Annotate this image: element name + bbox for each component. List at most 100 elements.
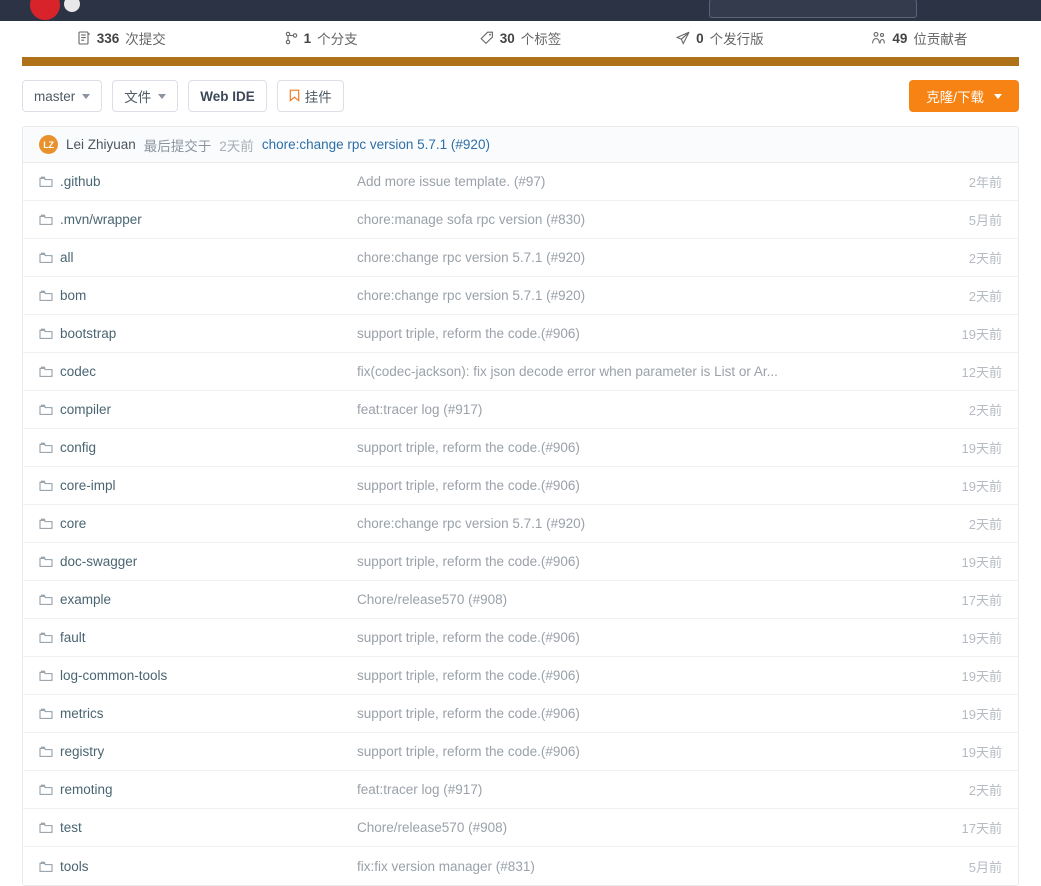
commit-message-cell[interactable]: support triple, reform the code.(#906) <box>357 478 916 493</box>
folder-icon <box>39 175 53 188</box>
file-name-link[interactable]: metrics <box>60 706 104 721</box>
commit-message-cell[interactable]: support triple, reform the code.(#906) <box>357 706 916 721</box>
widget-button[interactable]: 挂件 <box>276 80 344 112</box>
file-list: .github Add more issue template. (#97) 2… <box>23 163 1018 885</box>
file-name-link[interactable]: core-impl <box>60 478 116 493</box>
commit-message-cell[interactable]: chore:manage sofa rpc version (#830) <box>357 212 916 227</box>
file-name-cell: test <box>39 820 357 835</box>
commit-message-cell[interactable]: support triple, reform the code.(#906) <box>357 440 916 455</box>
file-name-cell: config <box>39 440 357 455</box>
file-name-link[interactable]: bom <box>60 288 86 303</box>
file-name-link[interactable]: .github <box>60 174 101 189</box>
commit-message-cell[interactable]: Chore/release570 (#908) <box>357 820 916 835</box>
stat-releases-label: 个发行版 <box>709 32 764 47</box>
commit-message-cell[interactable]: Add more issue template. (#97) <box>357 174 916 189</box>
file-name-link[interactable]: .mvn/wrapper <box>60 212 142 227</box>
commit-message-cell[interactable]: chore:change rpc version 5.7.1 (#920) <box>357 288 916 303</box>
commit-message-cell[interactable]: support triple, reform the code.(#906) <box>357 744 916 759</box>
file-name-link[interactable]: fault <box>60 630 86 645</box>
file-name-cell: log-common-tools <box>39 668 357 683</box>
commit-message-cell[interactable]: feat:tracer log (#917) <box>357 782 916 797</box>
last-modified-cell: 2天前 <box>968 783 1002 798</box>
file-name-link[interactable]: tools <box>60 859 89 874</box>
file-name-link[interactable]: core <box>60 516 86 531</box>
commit-message-cell[interactable]: support triple, reform the code.(#906) <box>357 630 916 645</box>
table-row[interactable]: .mvn/wrapper chore:manage sofa rpc versi… <box>23 201 1018 239</box>
folder-icon <box>39 593 53 606</box>
table-row[interactable]: core chore:change rpc version 5.7.1 (#92… <box>23 505 1018 543</box>
table-row[interactable]: doc-swagger support triple, reform the c… <box>23 543 1018 581</box>
language-composition-bar <box>22 57 1019 66</box>
branch-selector-button[interactable]: master <box>22 80 103 112</box>
last-modified-cell: 17天前 <box>961 821 1002 836</box>
table-row[interactable]: codec fix(codec-jackson): fix json decod… <box>23 353 1018 391</box>
commit-message-cell[interactable]: fix(codec-jackson): fix json decode erro… <box>357 364 916 379</box>
table-row[interactable]: registry support triple, reform the code… <box>23 733 1018 771</box>
table-row[interactable]: log-common-tools support triple, reform … <box>23 657 1018 695</box>
top-navbar <box>0 0 1041 21</box>
clone-download-button[interactable]: 克隆/下载 <box>909 80 1019 112</box>
avatar[interactable]: LZ <box>39 135 58 154</box>
web-ide-button[interactable]: Web IDE <box>188 80 267 112</box>
table-row[interactable]: compiler feat:tracer log (#917) 2天前 <box>23 391 1018 429</box>
table-row[interactable]: config support triple, reform the code.(… <box>23 429 1018 467</box>
stat-branches[interactable]: 1 个分支 <box>221 28 420 48</box>
last-modified-cell: 19天前 <box>961 631 1002 646</box>
last-modified-cell: 5月前 <box>968 213 1002 228</box>
commit-message-link[interactable]: chore:change rpc version 5.7.1 (#920) <box>262 137 490 152</box>
commit-message-cell[interactable]: chore:change rpc version 5.7.1 (#920) <box>357 516 916 531</box>
repo-stats-bar: 336 次提交 1 个分支 30 个标签 0 个发行版 49 位贡献者 <box>22 21 1019 52</box>
commit-author-link[interactable]: Lei Zhiyuan <box>66 137 136 152</box>
file-name-link[interactable]: log-common-tools <box>60 668 167 683</box>
language-segment <box>22 57 1019 66</box>
table-row[interactable]: remoting feat:tracer log (#917) 2天前 <box>23 771 1018 809</box>
file-name-link[interactable]: remoting <box>60 782 113 797</box>
table-row[interactable]: all chore:change rpc version 5.7.1 (#920… <box>23 239 1018 277</box>
table-row[interactable]: bom chore:change rpc version 5.7.1 (#920… <box>23 277 1018 315</box>
file-name-cell: tools <box>39 859 357 874</box>
file-name-link[interactable]: doc-swagger <box>60 554 137 569</box>
table-row[interactable]: bootstrap support triple, reform the cod… <box>23 315 1018 353</box>
stat-branches-label: 个分支 <box>317 32 358 47</box>
last-modified-cell: 5月前 <box>968 859 1002 875</box>
table-row[interactable]: example Chore/release570 (#908) 17天前 <box>23 581 1018 619</box>
stat-releases[interactable]: 0 个发行版 <box>620 28 819 48</box>
file-name-cell: registry <box>39 744 357 759</box>
commit-message-cell[interactable]: chore:change rpc version 5.7.1 (#920) <box>357 250 916 265</box>
folder-icon <box>39 289 53 302</box>
file-name-link[interactable]: example <box>60 592 111 607</box>
table-row[interactable]: test Chore/release570 (#908) 17天前 <box>23 809 1018 847</box>
commit-message-cell[interactable]: support triple, reform the code.(#906) <box>357 554 916 569</box>
file-name-link[interactable]: config <box>60 440 96 455</box>
file-name-cell: all <box>39 250 357 265</box>
folder-icon <box>39 555 53 568</box>
stat-contributors[interactable]: 49 位贡献者 <box>820 28 1019 48</box>
commit-message-cell[interactable]: Chore/release570 (#908) <box>357 592 916 607</box>
stat-tags[interactable]: 30 个标签 <box>421 28 620 48</box>
table-row[interactable]: metrics support triple, reform the code.… <box>23 695 1018 733</box>
commit-message-cell[interactable]: support triple, reform the code.(#906) <box>357 326 916 341</box>
file-name-link[interactable]: compiler <box>60 402 111 417</box>
commit-message-cell[interactable]: support triple, reform the code.(#906) <box>357 668 916 683</box>
table-row[interactable]: .github Add more issue template. (#97) 2… <box>23 163 1018 201</box>
files-menu-button[interactable]: 文件 <box>112 80 179 112</box>
table-row[interactable]: tools fix:fix version manager (#831) 5月前 <box>23 847 1018 885</box>
gitee-logo-icon[interactable] <box>30 0 60 20</box>
table-row[interactable]: fault support triple, reform the code.(#… <box>23 619 1018 657</box>
chevron-down-icon <box>994 93 1002 99</box>
latest-commit-bar: LZ Lei Zhiyuan 最后提交于 2天前 chore:change rp… <box>23 127 1018 163</box>
file-name-link[interactable]: codec <box>60 364 96 379</box>
commit-message-cell[interactable]: feat:tracer log (#917) <box>357 402 916 417</box>
stat-commits[interactable]: 336 次提交 <box>22 28 221 48</box>
commit-separator-text: 最后提交于 <box>143 138 212 154</box>
global-search-input[interactable] <box>709 0 917 18</box>
file-name-link[interactable]: test <box>60 820 82 835</box>
file-name-cell: codec <box>39 364 357 379</box>
file-name-cell: example <box>39 592 357 607</box>
file-name-link[interactable]: all <box>60 250 74 265</box>
table-row[interactable]: core-impl support triple, reform the cod… <box>23 467 1018 505</box>
file-name-link[interactable]: bootstrap <box>60 326 116 341</box>
commit-message-cell[interactable]: fix:fix version manager (#831) <box>357 859 916 874</box>
last-modified-cell: 2天前 <box>968 251 1002 266</box>
file-name-link[interactable]: registry <box>60 744 104 759</box>
